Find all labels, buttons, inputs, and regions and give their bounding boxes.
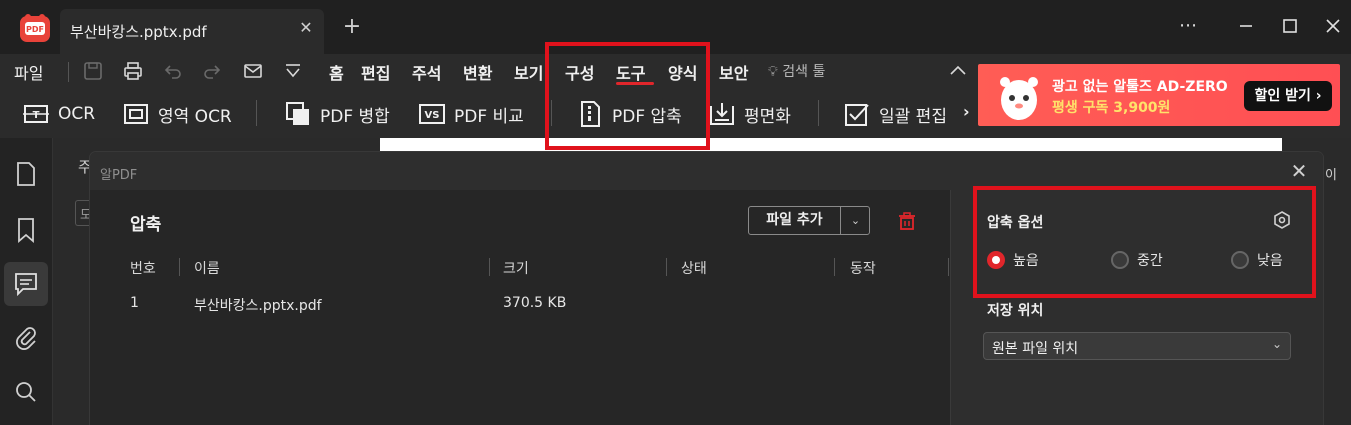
add-file-button[interactable]: 파일 추가 ⌄	[748, 206, 870, 235]
app-logo-text: PDF	[26, 25, 44, 34]
search-icon[interactable]	[12, 378, 40, 406]
save-location-select[interactable]: 원본 파일 위치 ⌄	[983, 332, 1291, 360]
ocr-button[interactable]: T OCR	[22, 100, 95, 128]
more-options-icon[interactable]: ⋯	[1175, 13, 1201, 39]
search-tool-label: 검색 툴	[782, 64, 826, 80]
trash-icon[interactable]	[896, 210, 918, 232]
column-divider	[179, 258, 180, 276]
flatten-label: 평면화	[744, 106, 791, 127]
redo-icon[interactable]	[201, 60, 223, 82]
menu-file[interactable]: 파일	[14, 60, 43, 84]
column-divider	[666, 258, 667, 276]
toolbar-divider	[818, 100, 819, 126]
menu-convert[interactable]: 변환	[463, 60, 492, 84]
ad-price: 평생 구독 3,900원	[1052, 100, 1171, 116]
save-location-value: 원본 파일 위치	[992, 341, 1079, 357]
left-sidebar	[0, 138, 53, 425]
save-icon[interactable]	[82, 60, 104, 82]
column-header-status: 상태	[681, 261, 707, 277]
collapse-ribbon-icon[interactable]	[947, 60, 969, 82]
pdf-compare-label: PDF 비교	[454, 106, 524, 127]
menu-security[interactable]: 보안	[719, 60, 748, 84]
ad-banner[interactable]: 광고 없는 알툴즈 AD-ZERO 평생 구독 3,900원 할인 받기 ›	[978, 64, 1340, 126]
merge-icon	[286, 102, 309, 125]
toolbar-more-chevron-icon[interactable]: ›	[963, 102, 970, 121]
column-divider	[948, 258, 949, 276]
flatten-icon	[710, 103, 734, 125]
close-window-icon[interactable]	[1320, 13, 1346, 39]
menu-divider	[68, 62, 69, 82]
column-header-name: 이름	[194, 261, 220, 277]
menu-view[interactable]: 보기	[514, 60, 546, 84]
save-location-title: 저장 위치	[987, 303, 1044, 319]
page-thumbnail-icon[interactable]	[12, 160, 40, 188]
add-file-label[interactable]: 파일 추가	[749, 207, 841, 234]
column-header-size: 크기	[503, 261, 529, 277]
mascot-icon	[1000, 77, 1038, 120]
ad-discount-button[interactable]: 할인 받기 ›	[1244, 81, 1332, 111]
attachment-icon[interactable]	[12, 324, 40, 352]
ocr-icon: T	[23, 105, 49, 123]
ocr-label: OCR	[58, 104, 96, 124]
new-tab-icon[interactable]: +	[340, 15, 364, 39]
menu-annotate[interactable]: 주석	[412, 60, 441, 84]
print-icon[interactable]	[122, 60, 144, 82]
alpdf-logo-icon: PDF	[20, 14, 50, 42]
column-header-action: 동작	[850, 261, 876, 277]
pdf-merge-label: PDF 병합	[320, 106, 390, 127]
menu-home[interactable]: 홈	[329, 60, 344, 84]
undo-icon[interactable]	[162, 60, 184, 82]
pdf-compare-button[interactable]: VS PDF 비교	[418, 100, 524, 128]
batch-edit-button[interactable]: 일괄 편집	[843, 100, 947, 128]
minimize-icon[interactable]	[1233, 13, 1259, 39]
row-file-name: 부산바캉스.pptx.pdf	[194, 298, 322, 314]
area-ocr-label: 영역 OCR	[158, 106, 232, 127]
row-file-size: 370.5 KB	[503, 295, 567, 311]
row-number: 1	[130, 295, 139, 311]
batch-edit-icon	[845, 104, 869, 126]
bookmark-icon[interactable]	[12, 216, 40, 244]
document-tab-title: 부산바캉스.pptx.pdf	[70, 23, 207, 41]
menu-edit[interactable]: 편집	[361, 60, 390, 84]
highlight-box-compression-options	[973, 186, 1316, 298]
column-divider	[834, 258, 835, 276]
add-file-dropdown-icon[interactable]: ⌄	[842, 207, 869, 234]
dialog-close-icon[interactable]: ✕	[1287, 159, 1311, 183]
flatten-button[interactable]: 평면화	[708, 100, 791, 128]
panel-field-fragment: 모	[75, 200, 92, 226]
compress-section-title: 압축	[130, 215, 162, 235]
quick-access-dropdown-icon[interactable]	[282, 60, 304, 82]
search-tool[interactable]: 💡︎ 검색 툴	[768, 61, 825, 81]
dialog-title-bar: 알PDF ✕	[90, 152, 1323, 190]
right-panel-fragment: 이	[1325, 168, 1337, 183]
dialog-title: 알PDF	[100, 168, 138, 183]
column-divider	[489, 258, 490, 276]
column-header-number: 번호	[130, 261, 156, 277]
close-tab-icon[interactable]: ✕	[296, 18, 316, 38]
mail-icon[interactable]	[242, 60, 264, 82]
pdf-page-edge	[380, 138, 1282, 152]
maximize-icon[interactable]	[1277, 13, 1303, 39]
lightbulb-icon: 💡︎	[768, 64, 778, 80]
area-ocr-button[interactable]: 영역 OCR	[122, 100, 232, 128]
batch-edit-label: 일괄 편집	[879, 106, 947, 127]
compare-vs-icon: VS	[419, 104, 445, 124]
document-tab[interactable]: 부산바캉스.pptx.pdf ✕	[60, 9, 324, 54]
area-ocr-icon	[124, 104, 148, 124]
comment-icon[interactable]	[12, 270, 40, 298]
svg-text:VS: VS	[425, 110, 440, 121]
chevron-down-icon: ⌄	[1271, 337, 1282, 351]
highlight-box-pdf-compress	[545, 42, 710, 150]
ad-headline: 광고 없는 알툴즈 AD-ZERO	[1052, 79, 1228, 95]
toolbar-divider	[256, 100, 257, 126]
svg-text:T: T	[33, 110, 40, 121]
pdf-merge-button[interactable]: PDF 병합	[284, 100, 390, 128]
